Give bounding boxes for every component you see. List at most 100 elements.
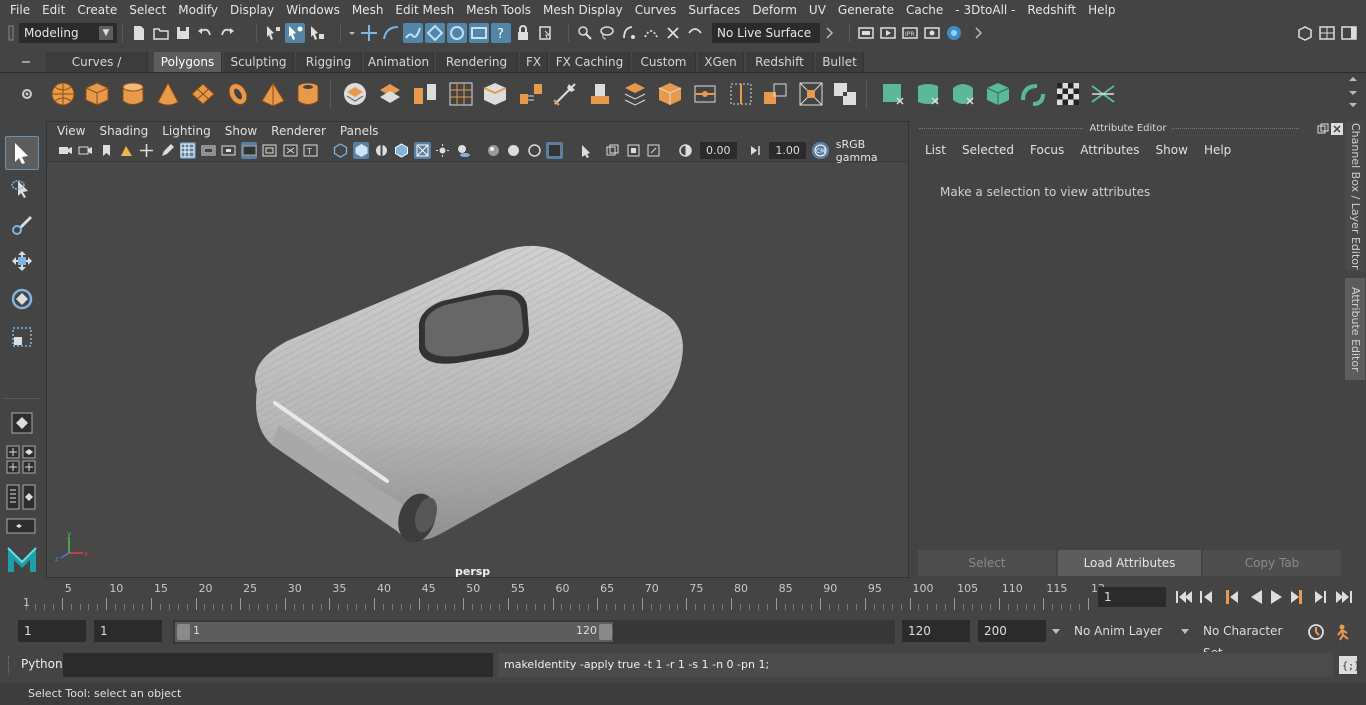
paint-tool-button[interactable]	[5, 208, 39, 242]
menu-help[interactable]: Help	[1082, 0, 1121, 20]
gamma-field[interactable]: 1.00	[769, 142, 807, 159]
merge-icon[interactable]	[690, 79, 720, 109]
shelf-tab-custom[interactable]: Custom	[632, 52, 696, 72]
end-time-field[interactable]: 200	[978, 620, 1046, 642]
checker-map-icon[interactable]	[1053, 79, 1083, 109]
snap-grid-icon[interactable]	[359, 23, 379, 43]
shelf-tab-redshift[interactable]: Redshift	[746, 52, 814, 72]
shelf-tab-rendering[interactable]: Rendering	[436, 52, 518, 72]
shelf-tab-sculpting[interactable]: Sculpting	[224, 52, 294, 72]
insert-edge-loop-icon[interactable]	[620, 79, 650, 109]
image-plane-icon[interactable]	[118, 142, 134, 159]
viewport-menu-view[interactable]: View	[50, 124, 92, 138]
render-view-icon[interactable]	[856, 23, 876, 43]
copy-tab-button[interactable]: Copy Tab	[1203, 550, 1341, 576]
menu-mesh-tools[interactable]: Mesh Tools	[460, 0, 537, 20]
depth-of-field-icon[interactable]	[546, 142, 563, 159]
attribute-editor-menu-help[interactable]: Help	[1196, 143, 1239, 157]
range-slider[interactable]: 1 120	[173, 620, 895, 644]
chevron-right-icon[interactable]	[824, 23, 836, 43]
isolate-select-icon[interactable]	[578, 142, 594, 159]
soft-select-icon[interactable]	[641, 23, 661, 43]
lasso-tool-button[interactable]	[5, 172, 39, 206]
shelf-tab-xgen[interactable]: XGen	[698, 52, 744, 72]
combine-icon[interactable]	[340, 79, 370, 109]
workspace-icon[interactable]	[1295, 23, 1315, 43]
menu-create[interactable]: Create	[71, 0, 123, 20]
menu-generate[interactable]: Generate	[832, 0, 900, 20]
target-weld-icon[interactable]	[726, 79, 756, 109]
time-slider[interactable]: 5 10 15 20 25 30 35 40 45 50 55 60 65 70 75 80 85 90 95 100…	[18, 582, 1105, 612]
playback-start-field[interactable]: 1	[94, 620, 162, 642]
uv-cylindrical-icon[interactable]	[913, 79, 943, 109]
animation-preferences-icon[interactable]	[1334, 622, 1356, 642]
safe-action-icon[interactable]	[282, 142, 298, 159]
toggle-panel-icon[interactable]	[1339, 23, 1359, 43]
select-camera-icon[interactable]	[57, 142, 73, 159]
auto-key-icon[interactable]	[1306, 622, 1326, 642]
chevron-right-icon[interactable]	[973, 23, 985, 43]
anti-alias-icon[interactable]	[526, 142, 542, 159]
uv-unfold-icon[interactable]	[1018, 79, 1048, 109]
two-d-pan-icon[interactable]	[139, 142, 155, 159]
script-editor-icon[interactable]: {;}	[1338, 655, 1360, 675]
default-material-icon[interactable]	[373, 142, 389, 159]
attribute-editor-tab[interactable]: Attribute Editor	[1345, 278, 1365, 380]
ambient-occlusion-icon[interactable]	[485, 142, 501, 159]
resolution-gate-icon[interactable]	[221, 142, 237, 159]
playback-end-field[interactable]: 120	[902, 620, 970, 642]
menu-display[interactable]: Display	[224, 0, 280, 20]
exposure-field[interactable]: 0.00	[700, 142, 737, 159]
poly-pyramid-icon[interactable]	[258, 79, 288, 109]
new-scene-icon[interactable]	[129, 23, 149, 43]
shelf-tab-fx[interactable]: FX	[520, 52, 548, 72]
menu-cache[interactable]: Cache	[900, 0, 949, 20]
chevron-down-icon[interactable]	[347, 23, 357, 43]
color-management-icon[interactable]: CM	[812, 142, 829, 159]
menu-surfaces[interactable]: Surfaces	[682, 0, 746, 20]
bookmark-icon[interactable]	[98, 142, 114, 159]
multi-cut-icon[interactable]	[550, 79, 580, 109]
poly-cone-icon[interactable]	[153, 79, 183, 109]
menu-set-dropdown[interactable]: Modeling ▼	[19, 23, 117, 43]
range-end-handle[interactable]	[599, 624, 612, 640]
render-frame-icon[interactable]	[469, 23, 489, 43]
redo-icon[interactable]	[217, 23, 237, 43]
shelf-menu-icon[interactable]	[20, 56, 32, 68]
menu-deform[interactable]: Deform	[746, 0, 803, 20]
grid-icon[interactable]	[179, 142, 197, 159]
frame-icon[interactable]	[646, 142, 662, 159]
live-surface-field[interactable]: No Live Surface	[712, 23, 820, 43]
scale-tool-button[interactable]	[5, 320, 39, 354]
menu-edit[interactable]: Edit	[36, 0, 71, 20]
shelf-tab-curves-surfaces[interactable]: Curves / Surfaces	[46, 52, 148, 89]
shelf-tab-polygons[interactable]: Polygons	[154, 52, 222, 72]
attribute-editor-menu-focus[interactable]: Focus	[1022, 143, 1072, 157]
uv-sew-icon[interactable]	[1088, 79, 1118, 109]
uv-planar-icon[interactable]	[878, 79, 908, 109]
symmetry-icon[interactable]	[663, 23, 683, 43]
flip-icon[interactable]	[760, 79, 790, 109]
move-tool-button[interactable]	[5, 244, 39, 278]
poly-cube-icon[interactable]	[82, 79, 112, 109]
anim-layer-dropdown[interactable]: No Anim Layer	[1068, 620, 1174, 642]
chevron-down-icon[interactable]	[1179, 625, 1191, 637]
layout-outliner-icon[interactable]	[6, 484, 38, 510]
menu-mesh[interactable]: Mesh	[346, 0, 390, 20]
gear-icon[interactable]	[20, 87, 34, 101]
layout-graph-icon[interactable]	[6, 518, 38, 534]
menu-windows[interactable]: Windows	[280, 0, 346, 20]
viewport-menu-show[interactable]: Show	[218, 124, 264, 138]
range-start-handle[interactable]	[177, 624, 190, 640]
chevron-down-icon[interactable]	[1050, 625, 1062, 637]
panel-layout-icon[interactable]	[1317, 23, 1337, 43]
attribute-editor-menu-attributes[interactable]: Attributes	[1072, 143, 1147, 157]
smooth-shade-icon[interactable]	[352, 142, 370, 159]
command-input[interactable]	[63, 653, 493, 677]
shelf-tab-bullet[interactable]: Bullet	[816, 52, 864, 72]
snap-together-icon[interactable]	[575, 23, 595, 43]
snap-point-icon[interactable]	[403, 23, 423, 43]
gamma-icon[interactable]	[747, 142, 763, 159]
undo-icon[interactable]	[195, 23, 215, 43]
attribute-editor-menu-selected[interactable]: Selected	[954, 143, 1022, 157]
